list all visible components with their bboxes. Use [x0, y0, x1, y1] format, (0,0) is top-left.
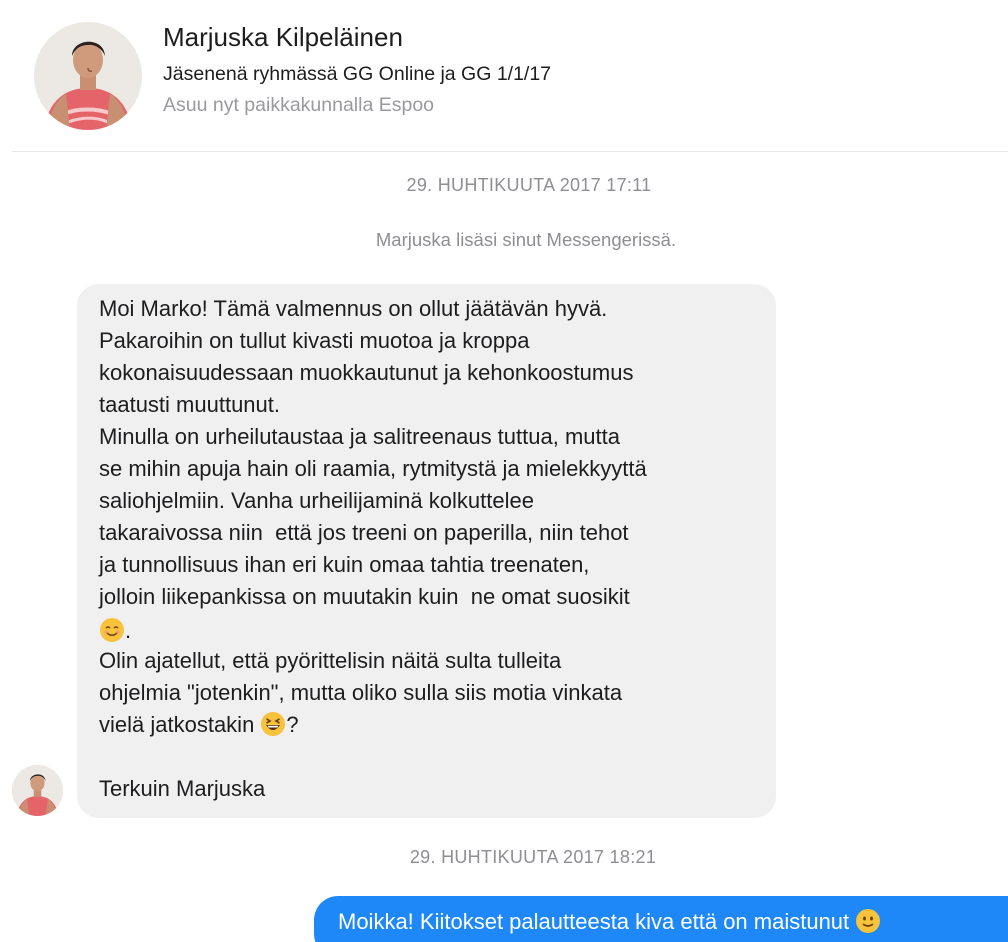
timestamp: 29. HUHTIKUUTA 2017 17:11 [406, 175, 652, 195]
message-line: takaraivossa niin että jos treeni on pap… [99, 520, 629, 545]
timestamp: 29. HUHTIKUUTA 2017 18:21 [409, 847, 657, 867]
message-line: Moi Marko! Tämä valmennus on ollut jäätä… [99, 296, 608, 321]
message-line: Minulla on urheilutaustaa ja salitreenau… [99, 424, 620, 449]
contact-name[interactable]: Marjuska Kilpeläinen [163, 22, 403, 53]
message-line: kokonaisuudessaan muokkautunut ja kehonk… [99, 360, 634, 385]
message-line: ja tunnollisuus ihan eri kuin omaa tahti… [99, 552, 590, 577]
conversation-header: Marjuska Kilpeläinen Jäsenenä ryhmässä G… [0, 0, 1008, 152]
system-note: Marjuska lisäsi sinut Messengerissä. [375, 229, 677, 250]
message-signature: Terkuin Marjuska [99, 776, 266, 801]
message-line: se mihin apuja hain oli raamia, rytmitys… [99, 456, 647, 481]
messenger-conversation: Marjuska Kilpeläinen Jäsenenä ryhmässä G… [0, 0, 1008, 942]
grinning-squinting-face-emoji-icon [260, 711, 286, 737]
message-line: jolloin liikepankissa on muutakin kuin n… [99, 584, 630, 609]
contact-photo-icon [34, 22, 142, 130]
message-line: Olin ajatellut, että pyörittelisin näitä… [99, 648, 562, 673]
sender-photo-icon [12, 765, 63, 816]
outgoing-message-text: Moikka! Kiitokset palautteesta kiva että… [338, 907, 881, 937]
incoming-message-bubble[interactable]: Moi Marko! Tämä valmennus on ollut jäätä… [77, 284, 776, 818]
slightly-smiling-face-emoji-icon [855, 908, 881, 934]
contact-avatar[interactable] [34, 22, 142, 130]
message-line-emoji: vielä jatkostakin ? [99, 711, 299, 737]
message-line-emoji: . [99, 615, 131, 647]
message-line: saliohjelmiin. Vanha urheilijaminä kolku… [99, 488, 534, 513]
message-line: ohjelmia "jotenkin", mutta oliko sulla s… [99, 680, 623, 705]
contact-location: Asuu nyt paikkakunnalla Espoo [163, 94, 435, 116]
message-line: Pakaroihin on tullut kivasti muotoa ja k… [99, 328, 530, 353]
sender-avatar[interactable] [12, 765, 63, 816]
smiling-face-emoji-icon [99, 617, 125, 643]
outgoing-message-bubble[interactable]: Moikka! Kiitokset palautteesta kiva että… [314, 896, 1008, 942]
message-line: taatusti muuttunut. [99, 392, 280, 417]
contact-membership: Jäsenenä ryhmässä GG Online ja GG 1/1/17 [163, 63, 552, 85]
header-divider [12, 151, 1008, 152]
